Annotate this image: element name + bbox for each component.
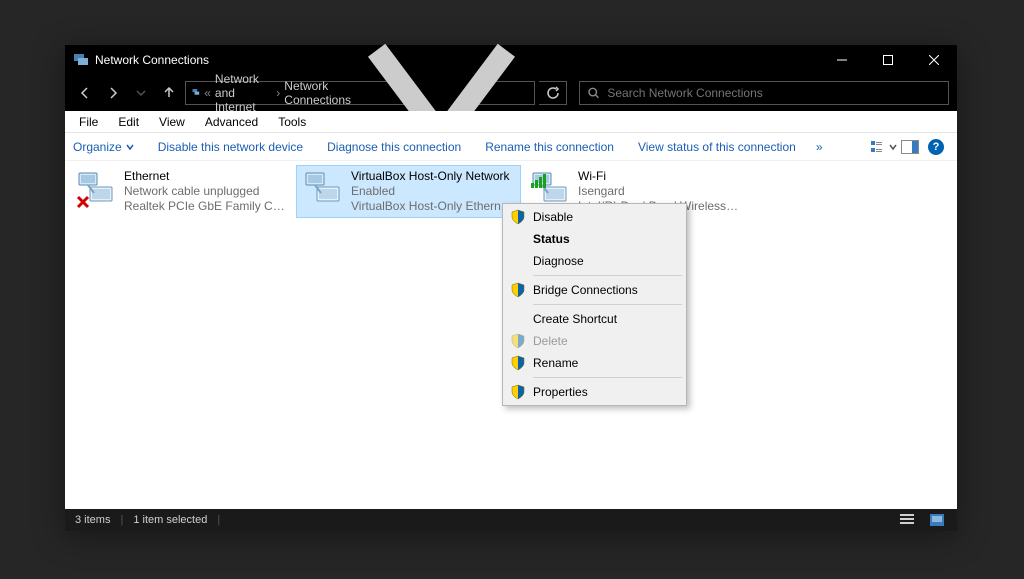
ctx-create-shortcut[interactable]: Create Shortcut <box>505 308 684 330</box>
cmd-preview-pane[interactable] <box>897 136 923 158</box>
up-button[interactable] <box>157 81 181 105</box>
chevron-right-icon: › <box>276 86 280 100</box>
refresh-button[interactable] <box>539 81 567 105</box>
command-bar: Organize Disable this network device Dia… <box>65 133 957 161</box>
view-large-icons-button[interactable] <box>927 512 947 528</box>
adapter-device: VirtualBox Host-Only Ethernet Ad... <box>351 199 514 214</box>
ctx-properties[interactable]: Properties <box>505 381 684 403</box>
chevron-down-icon <box>889 143 897 151</box>
recent-dropdown-button[interactable] <box>129 81 153 105</box>
context-menu: Disable Status Diagnose Bridge Connectio… <box>502 203 687 406</box>
adapter-device: Realtek PCIe GbE Family Controller <box>124 199 287 214</box>
separator <box>533 304 682 305</box>
ctx-disable[interactable]: Disable <box>505 206 684 228</box>
chevron-down-icon <box>126 143 134 151</box>
cmd-change-view[interactable] <box>871 136 897 158</box>
ctx-delete: Delete <box>505 330 684 352</box>
adapter-status: Network cable unplugged <box>124 184 287 199</box>
wifi-signal-icon <box>530 171 548 189</box>
ctx-bridge[interactable]: Bridge Connections <box>505 279 684 301</box>
help-icon: ? <box>928 139 944 155</box>
maximize-button[interactable] <box>865 45 911 75</box>
menu-bar: File Edit View Advanced Tools <box>65 111 957 133</box>
address-bar: « Network and Internet › Network Connect… <box>65 75 957 111</box>
forward-button[interactable] <box>101 81 125 105</box>
cmd-diagnose[interactable]: Diagnose this connection <box>315 140 473 154</box>
status-item-count: 3 items <box>75 514 110 526</box>
cmd-help[interactable]: ? <box>923 136 949 158</box>
minimize-button[interactable] <box>819 45 865 75</box>
breadcrumb-icon <box>192 85 200 101</box>
adapter-name: Wi-Fi <box>578 169 741 184</box>
content-area[interactable]: Ethernet Network cable unplugged Realtek… <box>65 161 957 509</box>
close-button[interactable] <box>911 45 957 75</box>
breadcrumb-segment-2[interactable]: Network Connections <box>284 79 351 107</box>
breadcrumb-segment-1[interactable]: Network and Internet <box>215 72 272 114</box>
menu-view[interactable]: View <box>151 113 193 131</box>
status-bar: 3 items | 1 item selected | <box>65 509 957 531</box>
ethernet-icon <box>76 169 116 209</box>
menu-edit[interactable]: Edit <box>110 113 147 131</box>
shield-icon <box>510 282 526 298</box>
back-button[interactable] <box>73 81 97 105</box>
adapter-status: Enabled <box>351 184 514 199</box>
cmd-disable-device[interactable]: Disable this network device <box>146 140 315 154</box>
ctx-diagnose[interactable]: Diagnose <box>505 250 684 272</box>
ctx-rename[interactable]: Rename <box>505 352 684 374</box>
separator <box>533 275 682 276</box>
shield-icon <box>510 333 526 349</box>
breadcrumb-prefix: « <box>204 86 211 100</box>
adapter-virtualbox[interactable]: VirtualBox Host-Only Network Enabled Vir… <box>296 165 521 218</box>
status-selected-count: 1 item selected <box>133 514 207 526</box>
search-box[interactable] <box>579 81 949 105</box>
adapter-ethernet[interactable]: Ethernet Network cable unplugged Realtek… <box>69 165 294 218</box>
shield-icon <box>510 384 526 400</box>
status-separator: | <box>217 514 220 526</box>
search-icon <box>588 87 599 99</box>
cmd-overflow[interactable]: » <box>808 140 831 154</box>
search-input[interactable] <box>607 86 940 100</box>
status-separator: | <box>120 514 123 526</box>
ethernet-icon <box>303 169 343 209</box>
adapter-name: Ethernet <box>124 169 287 184</box>
adapter-status: Isengard <box>578 184 741 199</box>
shield-icon <box>510 209 526 225</box>
view-details-button[interactable] <box>897 512 917 528</box>
cmd-organize[interactable]: Organize <box>73 140 146 154</box>
ctx-status[interactable]: Status <box>505 228 684 250</box>
adapter-name: VirtualBox Host-Only Network <box>351 169 514 184</box>
window-title: Network Connections <box>95 53 209 67</box>
shield-icon <box>510 355 526 371</box>
menu-tools[interactable]: Tools <box>270 113 314 131</box>
error-overlay-icon <box>76 195 90 209</box>
menu-advanced[interactable]: Advanced <box>197 113 266 131</box>
menu-file[interactable]: File <box>71 113 106 131</box>
cmd-view-status[interactable]: View status of this connection <box>626 140 808 154</box>
cmd-rename[interactable]: Rename this connection <box>473 140 626 154</box>
window: Network Connections « Netw <box>65 45 957 531</box>
app-icon <box>73 52 89 68</box>
breadcrumb[interactable]: « Network and Internet › Network Connect… <box>185 81 535 105</box>
separator <box>533 377 682 378</box>
